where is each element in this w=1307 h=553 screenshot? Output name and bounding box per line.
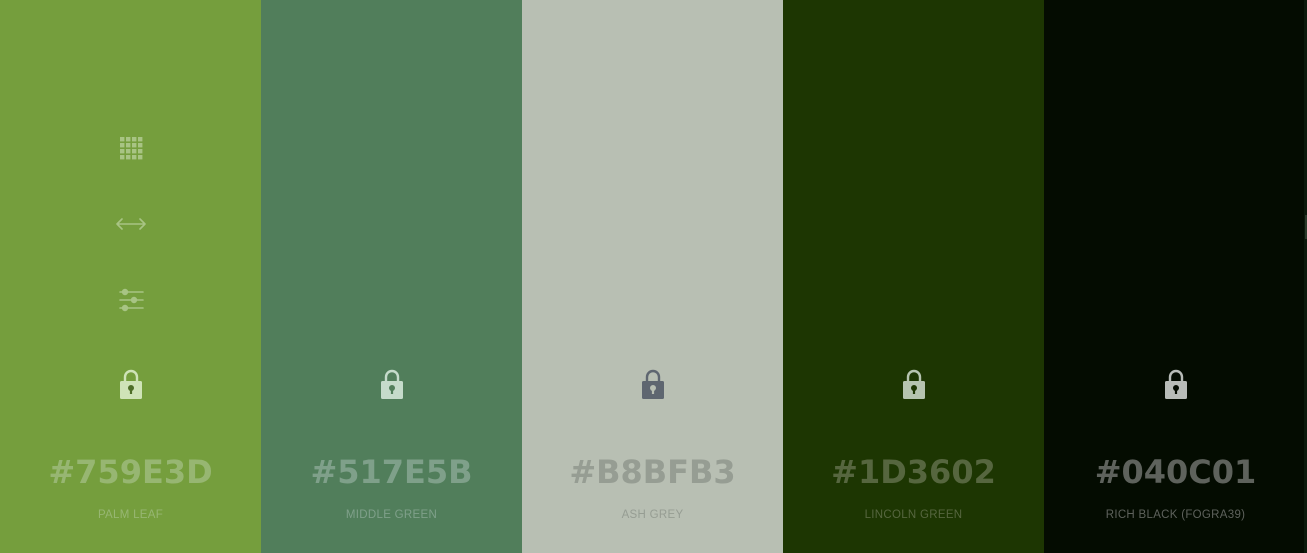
hex-code[interactable]: #1D3602 xyxy=(783,452,1044,492)
grid-cell xyxy=(131,137,136,142)
sliders-icon xyxy=(118,288,144,312)
color-name: LINCOLN GREEN xyxy=(864,509,963,521)
color-name: ASH GREY xyxy=(621,509,684,521)
arrows-horizontal-icon xyxy=(115,218,146,230)
grid-cell xyxy=(131,155,136,160)
lock-icon xyxy=(380,369,403,399)
lock-icon xyxy=(902,369,925,399)
color-palette: #759E3D PALM LEAF #517E5B MIDDLE GREEN #… xyxy=(0,0,1307,553)
hex-code[interactable]: #517E5B xyxy=(261,452,522,492)
color-name: PALM LEAF xyxy=(97,509,164,521)
hex-code[interactable]: #B8BFB3 xyxy=(522,452,783,492)
hex-code[interactable]: #759E3D xyxy=(0,452,261,492)
swatch-palm-leaf[interactable]: #759E3D PALM LEAF xyxy=(0,0,261,553)
grid-cell xyxy=(137,137,142,142)
lock-button[interactable] xyxy=(898,368,930,400)
grid-cell xyxy=(119,137,124,142)
hex-code[interactable]: #040C01 xyxy=(1044,452,1307,492)
grid-cell xyxy=(125,149,130,154)
lock-button[interactable] xyxy=(115,368,147,400)
grid-icon xyxy=(119,137,142,160)
grid-cell xyxy=(137,149,142,154)
color-name: MIDDLE GREEN xyxy=(345,509,438,521)
lock-button[interactable] xyxy=(637,368,669,400)
swatch-rich-black[interactable]: #040C01 RICH BLACK (FOGRA39) xyxy=(1044,0,1307,553)
swatch-lincoln-green[interactable]: #1D3602 LINCOLN GREEN xyxy=(783,0,1044,553)
lock-button[interactable] xyxy=(1160,368,1192,400)
view-shades-button[interactable] xyxy=(115,132,147,164)
drag-button[interactable] xyxy=(115,208,147,240)
lock-icon xyxy=(1164,369,1187,399)
grid-cell xyxy=(119,149,124,154)
lock-button[interactable] xyxy=(376,368,408,400)
swatch-ash-grey[interactable]: #B8BFB3 ASH GREY xyxy=(522,0,783,553)
color-name: RICH BLACK (FOGRA39) xyxy=(1105,509,1246,521)
grid-cell xyxy=(125,155,130,160)
grid-cell xyxy=(125,137,130,142)
grid-cell xyxy=(125,143,130,148)
swatch-middle-green[interactable]: #517E5B MIDDLE GREEN xyxy=(261,0,522,553)
grid-cell xyxy=(137,155,142,160)
grid-cell xyxy=(119,143,124,148)
grid-cell xyxy=(131,143,136,148)
grid-cell xyxy=(131,149,136,154)
adjust-button[interactable] xyxy=(115,284,147,316)
grid-cell xyxy=(137,143,142,148)
grid-cell xyxy=(119,155,124,160)
lock-icon xyxy=(641,369,664,399)
lock-icon xyxy=(119,369,142,399)
